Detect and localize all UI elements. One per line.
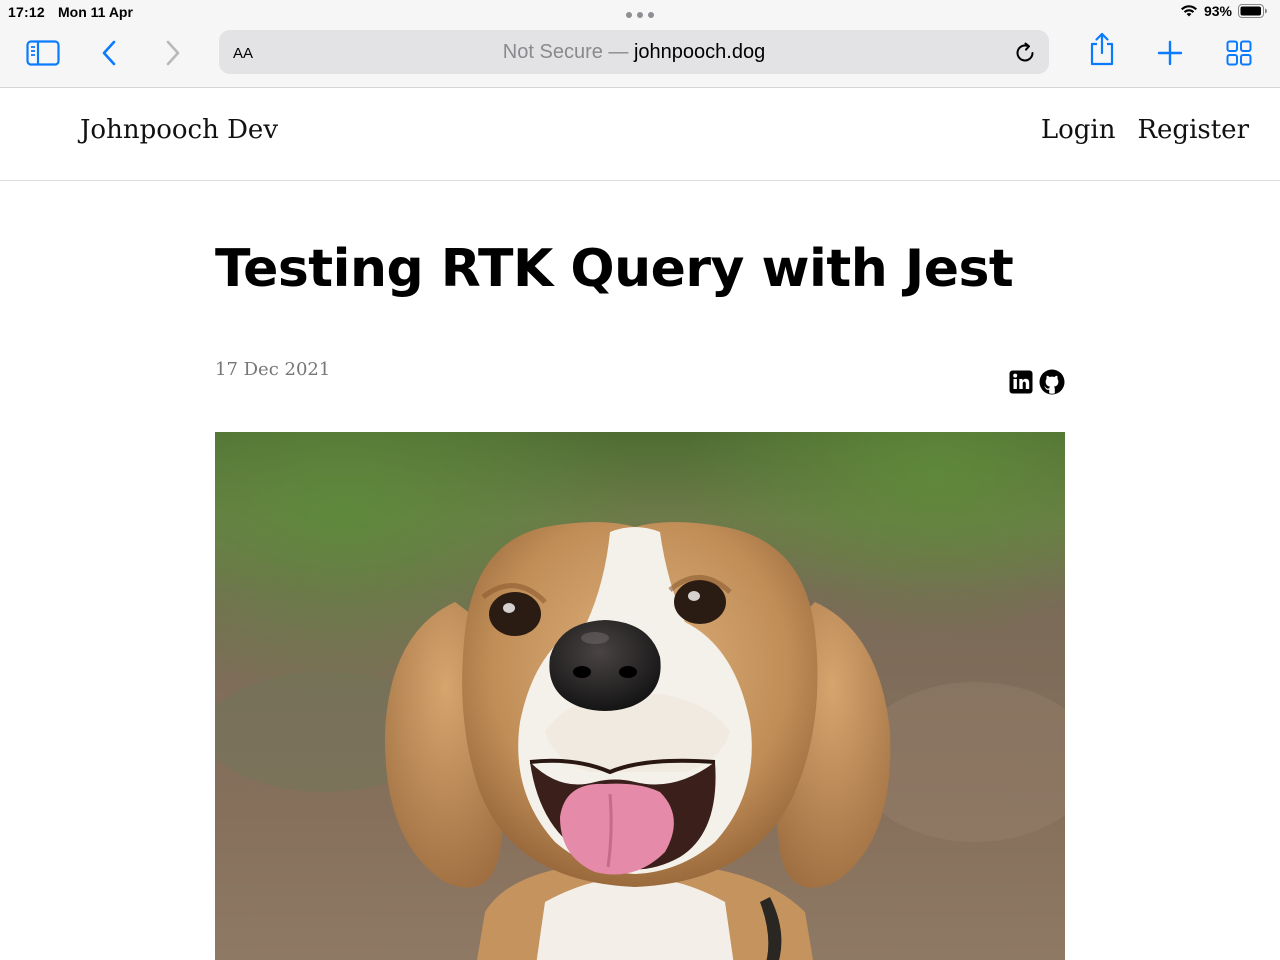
register-link[interactable]: Register [1137,115,1249,145]
share-icon [1090,32,1114,66]
article-title: Testing RTK Query with Jest [215,239,1014,299]
linkedin-icon [1009,370,1033,394]
social-links [1008,369,1065,395]
sidebar-button[interactable] [25,36,61,70]
article-date: 17 Dec 2021 [215,359,331,380]
site-header: Johnpooch Dev Login Register [0,88,1280,181]
chevron-left-icon [102,40,116,66]
login-link[interactable]: Login [1041,115,1116,145]
share-button[interactable] [1084,32,1120,66]
battery-icon [1238,4,1268,18]
wifi-icon [1180,4,1198,18]
sidebar-icon [26,40,60,66]
site-brand-link[interactable]: Johnpooch Dev [80,115,278,145]
reload-button[interactable] [1013,41,1037,65]
chevron-right-icon [166,40,180,66]
beagle-photo [215,432,1065,960]
browser-chrome: 17:12 Mon 11 Apr 93% AA Not Secure — joh… [0,0,1280,88]
address-text[interactable]: Not Secure — johnpooch.dog [219,41,1049,64]
battery-percentage: 93% [1203,3,1232,19]
multitasking-handle[interactable] [626,12,654,18]
linkedin-link[interactable] [1008,369,1034,395]
security-warning: Not Secure — [502,41,634,63]
status-bar: 17:12 Mon 11 Apr 93% [0,0,1280,24]
tab-overview-button[interactable] [1221,36,1257,70]
plus-icon [1157,40,1183,66]
status-indicators: 93% [1180,3,1268,19]
forward-button[interactable] [154,36,190,70]
status-date: Mon 11 Apr [58,4,133,20]
back-button[interactable] [92,36,128,70]
new-tab-button[interactable] [1152,36,1188,70]
github-icon [1039,369,1065,395]
reload-icon [1016,42,1034,62]
address-bar[interactable]: AA Not Secure — johnpooch.dog [219,30,1049,74]
tab-grid-icon [1226,40,1252,66]
hero-image [215,432,1065,960]
github-link[interactable] [1039,369,1065,395]
site-nav: Login Register [1041,115,1249,145]
address-host: johnpooch.dog [633,41,766,63]
status-time: 17:12 [8,4,45,20]
